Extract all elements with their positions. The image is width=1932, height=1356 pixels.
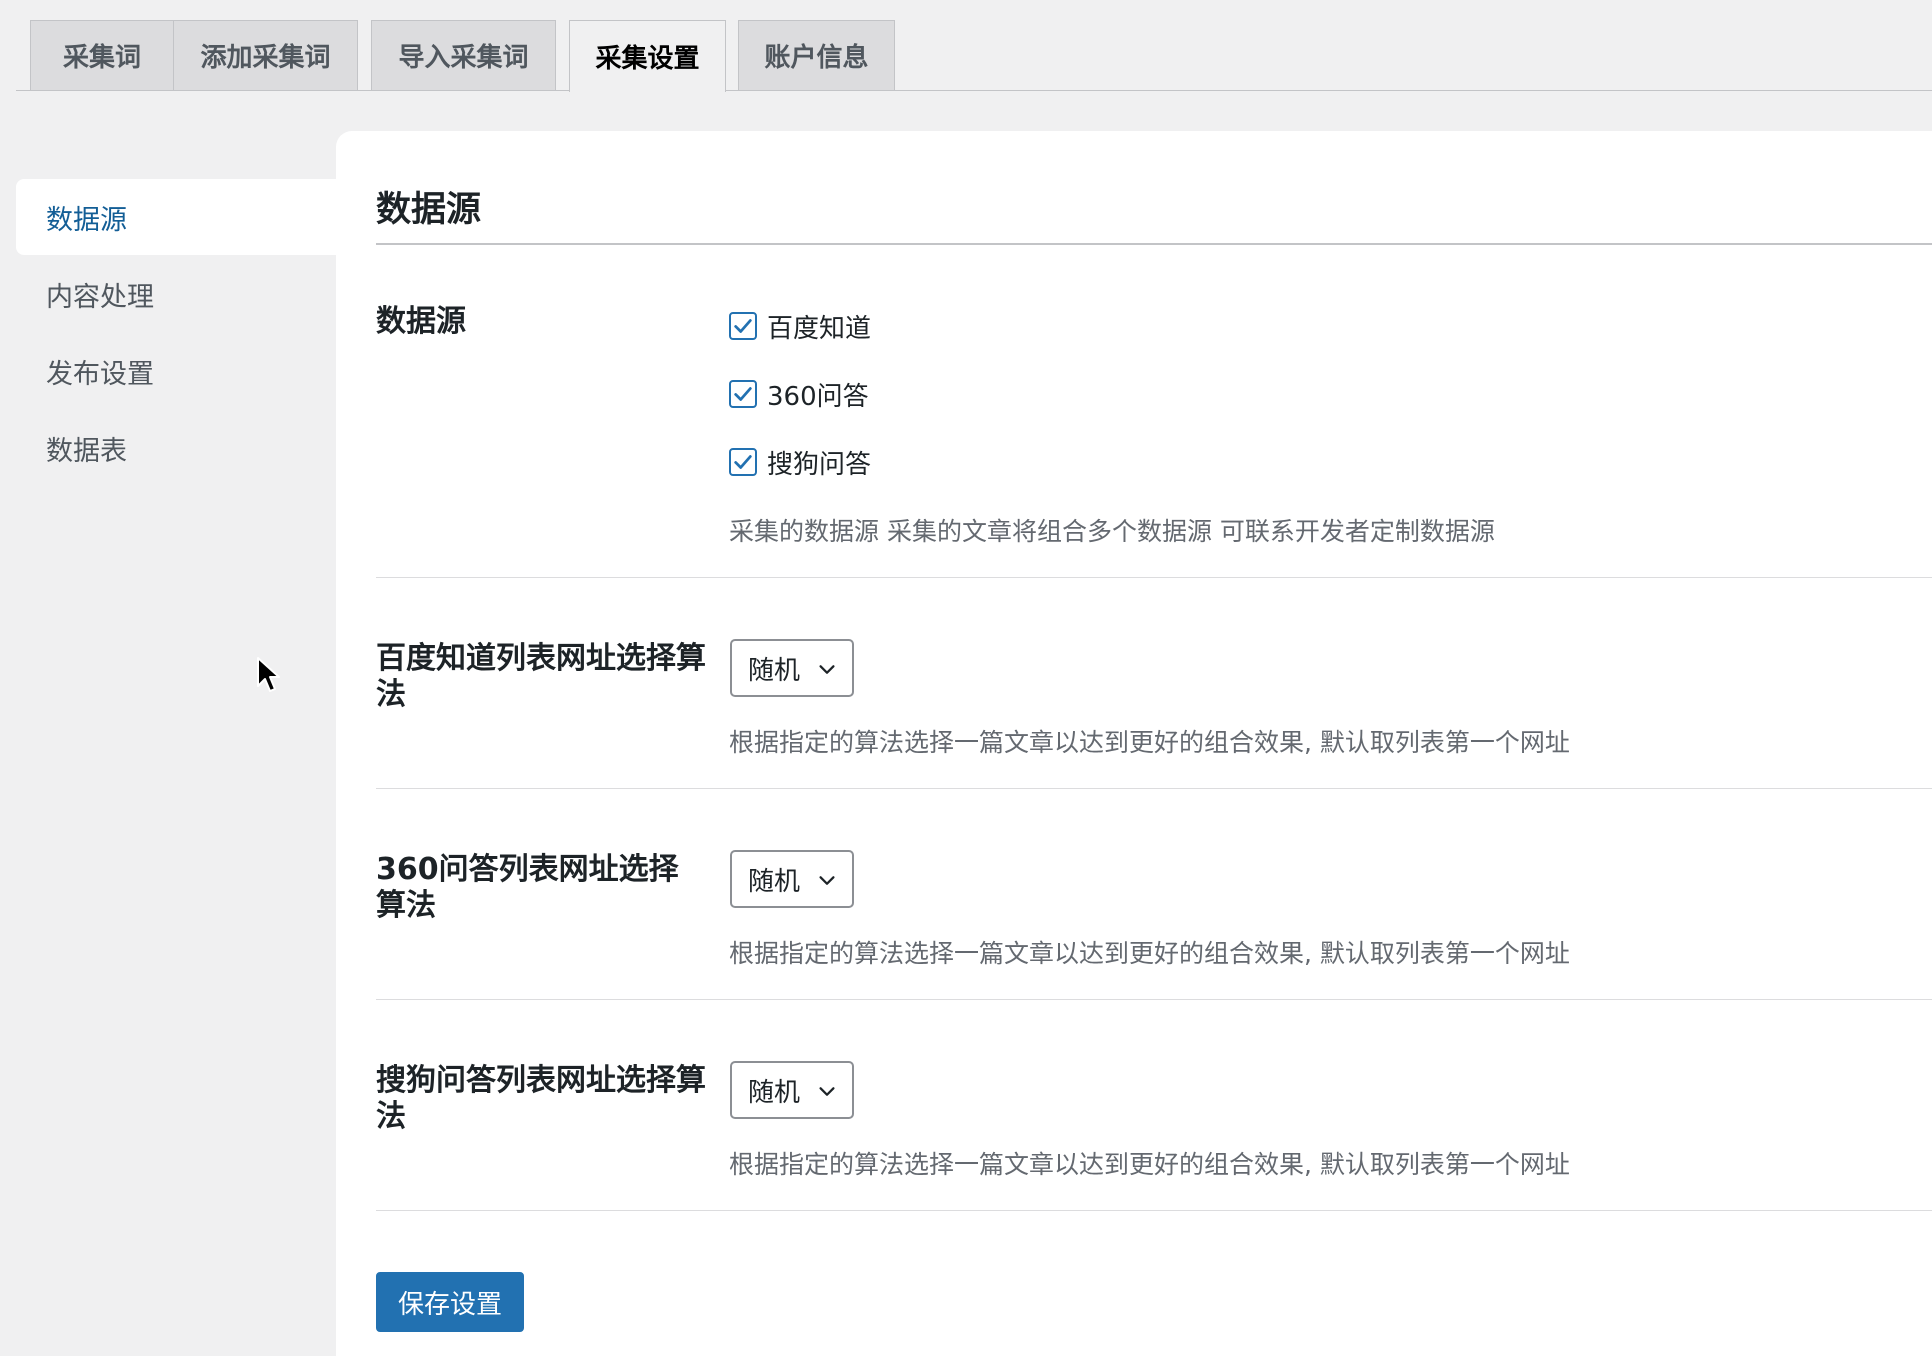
- chevron-down-icon: [819, 876, 835, 885]
- save-settings-button[interactable]: 保存设置: [376, 1272, 524, 1332]
- sogou-algorithm-select[interactable]: 随机: [730, 1061, 854, 1119]
- checkbox-360-label: 360问答: [767, 381, 869, 412]
- sogou-algorithm-description: 根据指定的算法选择一篇文章以达到更好的组合效果, 默认取列表第一个网址: [729, 1150, 1570, 1179]
- datasource-option-360: 360问答: [729, 377, 869, 412]
- checkmark-icon: [734, 387, 752, 401]
- tab-bar: 采集词 添加采集词 导入采集词 采集设置 账户信息: [16, 0, 1932, 92]
- sidebar-item-content-processing[interactable]: 内容处理: [16, 256, 336, 332]
- datasource-description: 采集的数据源 采集的文章将组合多个数据源 可联系开发者定制数据源: [729, 517, 1495, 546]
- mouse-cursor-icon: [257, 657, 280, 692]
- tab-collect-settings[interactable]: 采集设置: [569, 20, 726, 92]
- datasource-option-sogou: 搜狗问答: [729, 445, 872, 480]
- sidebar-item-datasource[interactable]: 数据源: [16, 179, 336, 255]
- row-divider: [376, 788, 1932, 789]
- tab-import-keywords[interactable]: 导入采集词: [371, 20, 556, 90]
- sidebar-item-publish-settings[interactable]: 发布设置: [16, 333, 336, 409]
- tab-keywords[interactable]: 采集词: [30, 20, 174, 90]
- tab-account-info[interactable]: 账户信息: [738, 20, 895, 90]
- settings-panel: 数据源 数据源 百度知道 360问答 搜狗问答 采集的数据源 采集的文章将组合多…: [336, 131, 1932, 1356]
- tab-add-keywords[interactable]: 添加采集词: [173, 20, 358, 90]
- checkmark-icon: [734, 455, 752, 469]
- 360-algorithm-description: 根据指定的算法选择一篇文章以达到更好的组合效果, 默认取列表第一个网址: [729, 939, 1570, 968]
- datasource-option-baidu: 百度知道: [729, 309, 872, 344]
- 360-algorithm-value: 随机: [748, 866, 801, 897]
- tab-bar-baseline: [16, 90, 1932, 91]
- section-title: 数据源: [376, 190, 482, 230]
- sogou-algorithm-label: 搜狗问答列表网址选择算法: [376, 1063, 706, 1134]
- datasource-label: 数据源: [376, 304, 466, 339]
- checkmark-icon: [734, 319, 752, 333]
- baidu-algorithm-value: 随机: [748, 655, 801, 686]
- checkbox-baidu[interactable]: [729, 312, 757, 340]
- checkbox-sogou[interactable]: [729, 448, 757, 476]
- baidu-algorithm-label: 百度知道列表网址选择算法: [376, 641, 706, 712]
- sogou-algorithm-value: 随机: [748, 1077, 801, 1108]
- sidebar-item-data-table[interactable]: 数据表: [16, 410, 336, 486]
- baidu-algorithm-description: 根据指定的算法选择一篇文章以达到更好的组合效果, 默认取列表第一个网址: [729, 728, 1570, 757]
- row-divider: [376, 1210, 1932, 1211]
- 360-algorithm-select[interactable]: 随机: [730, 850, 854, 908]
- chevron-down-icon: [819, 1087, 835, 1096]
- row-divider: [376, 577, 1932, 578]
- checkbox-baidu-label: 百度知道: [767, 313, 872, 344]
- title-divider: [376, 243, 1932, 245]
- 360-algorithm-label: 360问答列表网址选择算法: [376, 852, 679, 923]
- baidu-algorithm-select[interactable]: 随机: [730, 639, 854, 697]
- checkbox-360[interactable]: [729, 380, 757, 408]
- chevron-down-icon: [819, 665, 835, 674]
- row-divider: [376, 999, 1932, 1000]
- checkbox-sogou-label: 搜狗问答: [767, 449, 872, 480]
